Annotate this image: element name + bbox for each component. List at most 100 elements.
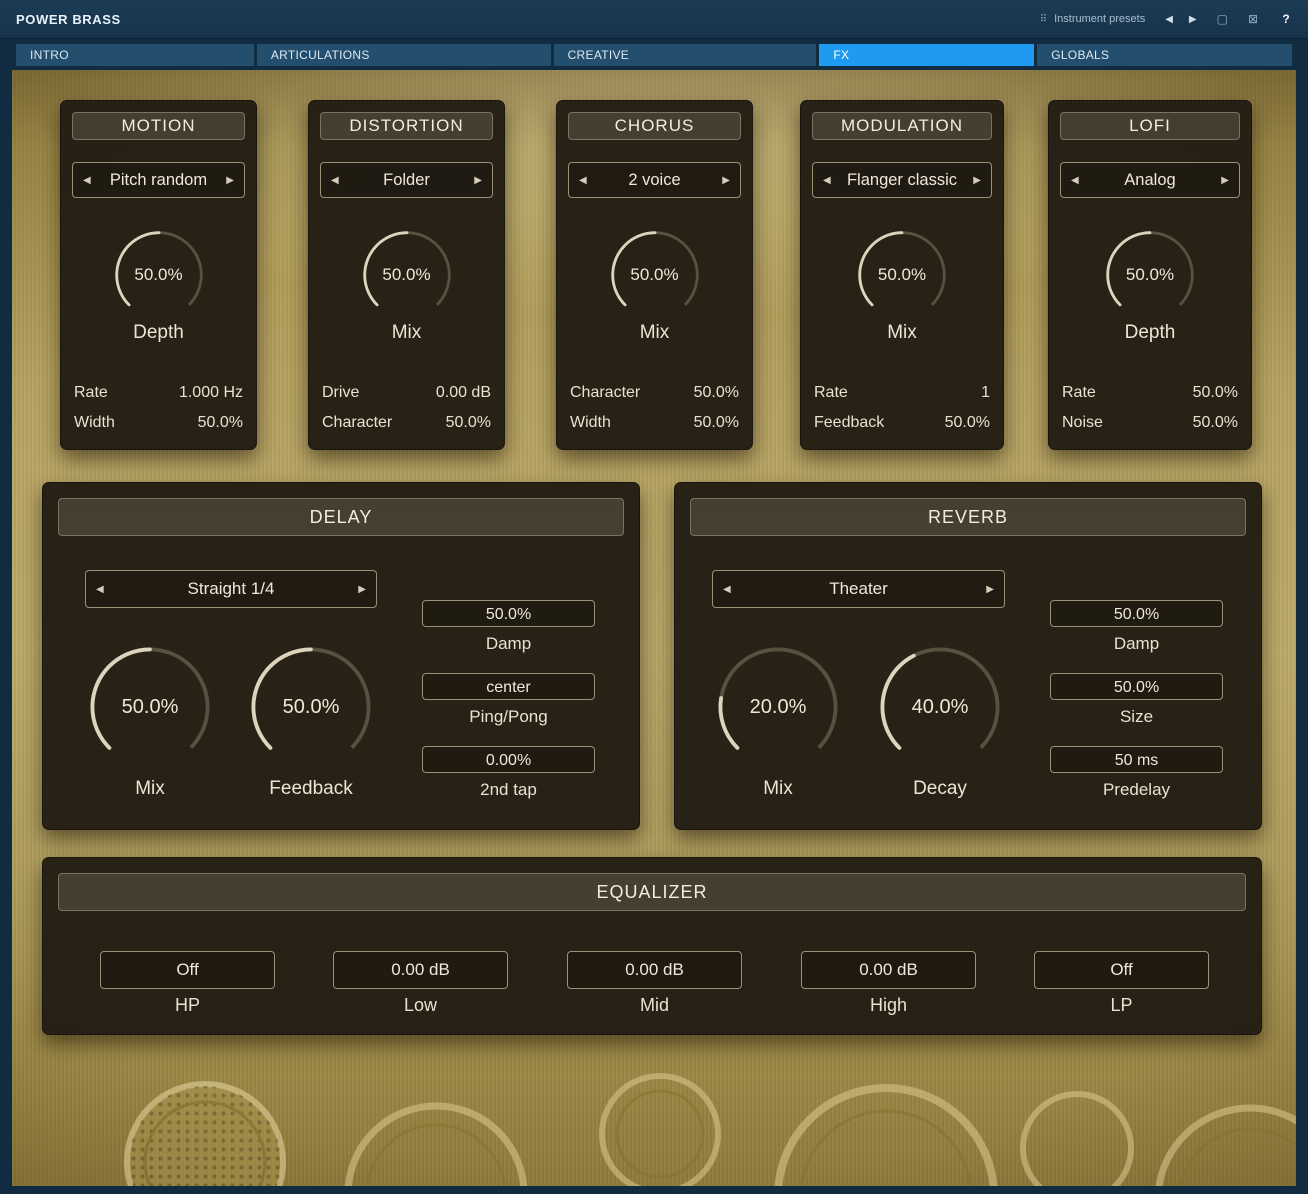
next-arrow-icon[interactable]: ▶	[986, 584, 994, 595]
distortion-panel-title[interactable]: DISTORTION	[320, 112, 493, 140]
param-value[interactable]: 50.0%	[1193, 384, 1238, 402]
field-label: LP	[1034, 995, 1209, 1016]
window-icon[interactable]: ▢	[1217, 13, 1228, 25]
delay-2ndtap-field[interactable]: 0.00%	[422, 746, 595, 773]
modulation-type-selector[interactable]: ◀ Flanger classic ▶	[812, 162, 992, 198]
help-icon[interactable]: ?	[1278, 11, 1294, 27]
reverb-mode-selector[interactable]: ◀ Theater ▶	[712, 570, 1005, 608]
presets-label: Instrument presets	[1054, 13, 1145, 25]
tab-articulations[interactable]: ARTICULATIONS	[257, 44, 551, 66]
modulation-panel: MODULATION ◀ Flanger classic ▶ 50.0% Mix…	[800, 100, 1004, 450]
prev-arrow-icon[interactable]: ◀	[83, 175, 91, 186]
next-arrow-icon[interactable]: ▶	[474, 175, 482, 186]
eq-high-field[interactable]: 0.00 dB	[801, 951, 976, 989]
instrument-presets-button[interactable]: ⠿ Instrument presets	[1040, 13, 1145, 25]
param-value[interactable]: 50.0%	[945, 414, 990, 432]
tab-fx[interactable]: FX	[819, 44, 1034, 66]
equalizer-panel-title[interactable]: EQUALIZER	[58, 873, 1246, 911]
lofi-type-selector[interactable]: ◀ Analog ▶	[1060, 162, 1240, 198]
plugin-window: POWER BRASS ⠿ Instrument presets ◀ ▶ ▢ ⊠…	[0, 0, 1308, 1194]
param-label: Character	[322, 414, 392, 432]
prev-arrow-icon[interactable]: ◀	[579, 175, 587, 186]
motion-panel-title[interactable]: MOTION	[72, 112, 245, 140]
modulation-mix-knob[interactable]: 50.0%	[855, 228, 949, 322]
param-value[interactable]: 1.000 Hz	[179, 384, 243, 402]
titlebar: POWER BRASS ⠿ Instrument presets ◀ ▶ ▢ ⊠…	[0, 0, 1308, 39]
knob-value: 50.0%	[1103, 228, 1197, 322]
param-row: Character 50.0%	[308, 408, 505, 438]
delay-feedback-knob[interactable]: 50.0%	[247, 643, 375, 771]
next-arrow-icon[interactable]: ▶	[1221, 175, 1229, 186]
tab-creative[interactable]: CREATIVE	[554, 44, 817, 66]
field-label: Predelay	[1050, 777, 1223, 803]
reverb-damp-field[interactable]: 50.0%	[1050, 600, 1223, 627]
lofi-depth-knob[interactable]: 50.0%	[1103, 228, 1197, 322]
tab-globals[interactable]: GLOBALS	[1037, 44, 1292, 66]
distortion-type-selector[interactable]: ◀ Folder ▶	[320, 162, 493, 198]
param-label: Feedback	[814, 414, 884, 432]
knob-label: Feedback	[231, 778, 391, 800]
field-label: 2nd tap	[422, 777, 595, 803]
eq-mid-field[interactable]: 0.00 dB	[567, 951, 742, 989]
field-label: High	[801, 995, 976, 1016]
eq-lp-field[interactable]: Off	[1034, 951, 1209, 989]
knob-label: Mix	[556, 322, 753, 344]
reverb-panel-title[interactable]: REVERB	[690, 498, 1246, 536]
modulation-panel-title[interactable]: MODULATION	[812, 112, 992, 140]
lofi-panel-title[interactable]: LOFI	[1060, 112, 1240, 140]
prev-arrow-icon[interactable]: ◀	[723, 584, 731, 595]
param-row: Rate 1.000 Hz	[60, 378, 257, 408]
prev-preset-icon[interactable]: ◀	[1165, 14, 1173, 25]
motion-depth-knob[interactable]: 50.0%	[112, 228, 206, 322]
chorus-mix-knob[interactable]: 50.0%	[608, 228, 702, 322]
param-value[interactable]: 50.0%	[198, 414, 243, 432]
next-arrow-icon[interactable]: ▶	[358, 584, 366, 595]
param-value[interactable]: 50.0%	[446, 414, 491, 432]
param-value[interactable]: 50.0%	[694, 384, 739, 402]
selector-value: Theater	[731, 579, 987, 599]
lofi-panel: LOFI ◀ Analog ▶ 50.0% Depth Rate 50.0% N…	[1048, 100, 1252, 450]
titlebar-controls: ⠿ Instrument presets ◀ ▶ ▢ ⊠ ?	[1040, 11, 1308, 27]
prev-arrow-icon[interactable]: ◀	[1071, 175, 1079, 186]
next-arrow-icon[interactable]: ▶	[722, 175, 730, 186]
motion-type-selector[interactable]: ◀ Pitch random ▶	[72, 162, 245, 198]
next-arrow-icon[interactable]: ▶	[226, 175, 234, 186]
field-label: Ping/Pong	[422, 704, 595, 730]
delay-mix-knob[interactable]: 50.0%	[86, 643, 214, 771]
eq-hp-field[interactable]: Off	[100, 951, 275, 989]
knob-value: 50.0%	[855, 228, 949, 322]
selector-value: Pitch random	[91, 171, 227, 190]
distortion-mix-knob[interactable]: 50.0%	[360, 228, 454, 322]
selector-value: Analog	[1079, 171, 1222, 190]
param-label: Drive	[322, 384, 359, 402]
prev-arrow-icon[interactable]: ◀	[823, 175, 831, 186]
param-row: Noise 50.0%	[1048, 408, 1252, 438]
prev-arrow-icon[interactable]: ◀	[96, 584, 104, 595]
param-value[interactable]: 0.00 dB	[436, 384, 491, 402]
knob-label: Depth	[1048, 322, 1252, 344]
knob-value: 50.0%	[608, 228, 702, 322]
tab-intro[interactable]: INTRO	[16, 44, 254, 66]
next-preset-icon[interactable]: ▶	[1189, 14, 1197, 25]
param-value[interactable]: 50.0%	[694, 414, 739, 432]
delay-mode-selector[interactable]: ◀ Straight 1/4 ▶	[85, 570, 377, 608]
close-grid-icon[interactable]: ⊠	[1248, 13, 1258, 25]
chorus-panel-title[interactable]: CHORUS	[568, 112, 741, 140]
chorus-type-selector[interactable]: ◀ 2 voice ▶	[568, 162, 741, 198]
prev-arrow-icon[interactable]: ◀	[331, 175, 339, 186]
knob-label: Mix	[800, 322, 1004, 344]
param-value[interactable]: 1	[981, 384, 990, 402]
fx-page: MOTION ◀ Pitch random ▶ 50.0% Depth Rate…	[12, 70, 1296, 1186]
reverb-size-field[interactable]: 50.0%	[1050, 673, 1223, 700]
eq-low-field[interactable]: 0.00 dB	[333, 951, 508, 989]
reverb-mix-knob[interactable]: 20.0%	[714, 643, 842, 771]
delay-pingpong-field[interactable]: center	[422, 673, 595, 700]
next-arrow-icon[interactable]: ▶	[973, 175, 981, 186]
reverb-decay-knob[interactable]: 40.0%	[876, 643, 1004, 771]
selector-value: Flanger classic	[831, 171, 974, 190]
reverb-predelay-field[interactable]: 50 ms	[1050, 746, 1223, 773]
param-value[interactable]: 50.0%	[1193, 414, 1238, 432]
delay-panel-title[interactable]: DELAY	[58, 498, 624, 536]
field-label: Mid	[567, 995, 742, 1016]
delay-damp-field[interactable]: 50.0%	[422, 600, 595, 627]
